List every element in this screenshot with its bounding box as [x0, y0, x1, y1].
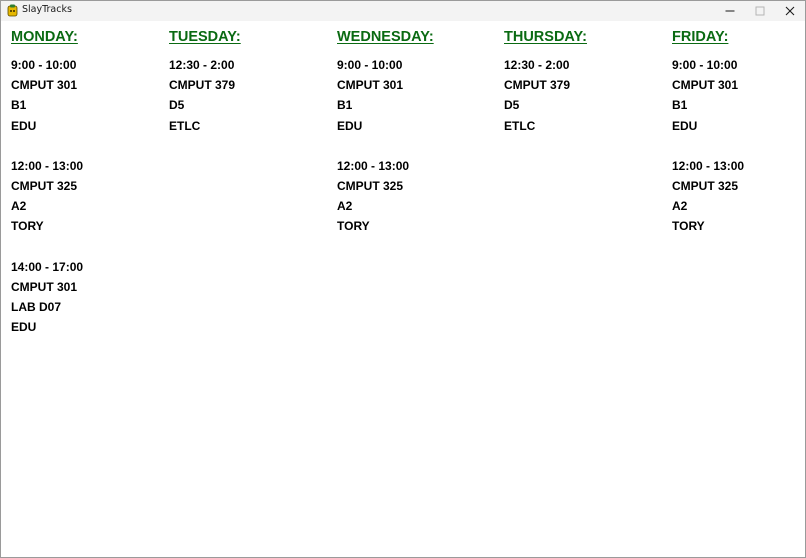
- class-section: D5: [169, 98, 185, 113]
- class-section: A2: [337, 199, 353, 214]
- class-building: EDU: [11, 118, 37, 133]
- class-block: 12:30 - 2:00 CMPUT 379 D5 ETLC: [504, 55, 587, 136]
- app-window: SlayTracks MONDAY: 9:00 - 10:00 CMPUT 30…: [0, 0, 806, 558]
- title-bar[interactable]: SlayTracks: [1, 1, 805, 21]
- class-course: CMPUT 301: [337, 78, 404, 93]
- class-course: CMPUT 325: [337, 178, 404, 193]
- class-time: 12:00 - 13:00: [672, 158, 745, 173]
- class-block: 9:00 - 10:00 CMPUT 301 B1 EDU: [672, 55, 744, 136]
- class-block: 9:00 - 10:00 CMPUT 301 B1 EDU: [11, 55, 83, 136]
- class-building: TORY: [672, 219, 705, 234]
- class-section: D5: [504, 98, 520, 113]
- minimize-button[interactable]: [715, 1, 745, 21]
- class-course: CMPUT 325: [11, 178, 78, 193]
- minimize-icon: [725, 10, 735, 12]
- day-column-tuesday: TUESDAY: 12:30 - 2:00 CMPUT 379 D5 ETLC: [169, 29, 241, 136]
- class-section: LAB D07: [11, 299, 62, 314]
- day-column-thursday: THURSDAY: 12:30 - 2:00 CMPUT 379 D5 ETLC: [504, 29, 587, 136]
- maximize-button[interactable]: [745, 1, 775, 21]
- class-course: CMPUT 301: [11, 78, 78, 93]
- day-column-monday: MONDAY: 9:00 - 10:00 CMPUT 301 B1 EDU 12…: [11, 29, 83, 337]
- class-time: 9:00 - 10:00: [11, 58, 77, 72]
- class-time: 9:00 - 10:00: [337, 58, 403, 72]
- class-course: CMPUT 379: [169, 78, 236, 93]
- day-header-friday: FRIDAY:: [672, 29, 729, 45]
- class-time: 12:00 - 13:00: [11, 158, 84, 173]
- day-header-wednesday: WEDNESDAY:: [337, 29, 434, 45]
- class-block: 14:00 - 17:00 CMPUT 301 LAB D07 EDU: [11, 257, 83, 338]
- window-title: SlayTracks: [22, 4, 72, 15]
- class-building: ETLC: [504, 118, 536, 133]
- class-building: EDU: [11, 320, 37, 335]
- class-block: 12:00 - 13:00 CMPUT 325 A2 TORY: [337, 156, 434, 237]
- app-logo-icon: [7, 4, 18, 17]
- class-building: EDU: [672, 118, 698, 133]
- schedule-area: MONDAY: 9:00 - 10:00 CMPUT 301 B1 EDU 12…: [1, 21, 805, 557]
- class-time: 9:00 - 10:00: [672, 58, 738, 72]
- class-section: B1: [672, 98, 688, 113]
- class-block: 12:30 - 2:00 CMPUT 379 D5 ETLC: [169, 55, 241, 136]
- day-header-tuesday: TUESDAY:: [169, 29, 241, 45]
- class-time: 12:30 - 2:00: [504, 58, 570, 72]
- close-icon: [785, 6, 795, 16]
- class-time: 12:30 - 2:00: [169, 58, 235, 72]
- class-block: 9:00 - 10:00 CMPUT 301 B1 EDU: [337, 55, 434, 136]
- day-header-thursday: THURSDAY:: [504, 29, 587, 45]
- class-course: CMPUT 379: [504, 78, 571, 93]
- class-course: CMPUT 301: [11, 279, 78, 294]
- maximize-icon: [755, 6, 765, 16]
- day-column-wednesday: WEDNESDAY: 9:00 - 10:00 CMPUT 301 B1 EDU…: [337, 29, 434, 237]
- class-building: TORY: [11, 219, 44, 234]
- class-section: B1: [11, 98, 27, 113]
- close-button[interactable]: [775, 1, 805, 21]
- day-column-friday: FRIDAY: 9:00 - 10:00 CMPUT 301 B1 EDU 12…: [672, 29, 744, 237]
- day-header-monday: MONDAY:: [11, 29, 78, 45]
- class-section: B1: [337, 98, 353, 113]
- class-building: TORY: [337, 219, 370, 234]
- class-building: EDU: [337, 118, 363, 133]
- class-section: A2: [11, 199, 27, 214]
- class-time: 12:00 - 13:00: [337, 158, 410, 173]
- class-time: 14:00 - 17:00: [11, 259, 84, 274]
- class-course: CMPUT 325: [672, 178, 739, 193]
- class-course: CMPUT 301: [672, 78, 739, 93]
- class-section: A2: [672, 199, 688, 214]
- class-building: ETLC: [169, 118, 201, 133]
- class-block: 12:00 - 13:00 CMPUT 325 A2 TORY: [11, 156, 83, 237]
- class-block: 12:00 - 13:00 CMPUT 325 A2 TORY: [672, 156, 744, 237]
